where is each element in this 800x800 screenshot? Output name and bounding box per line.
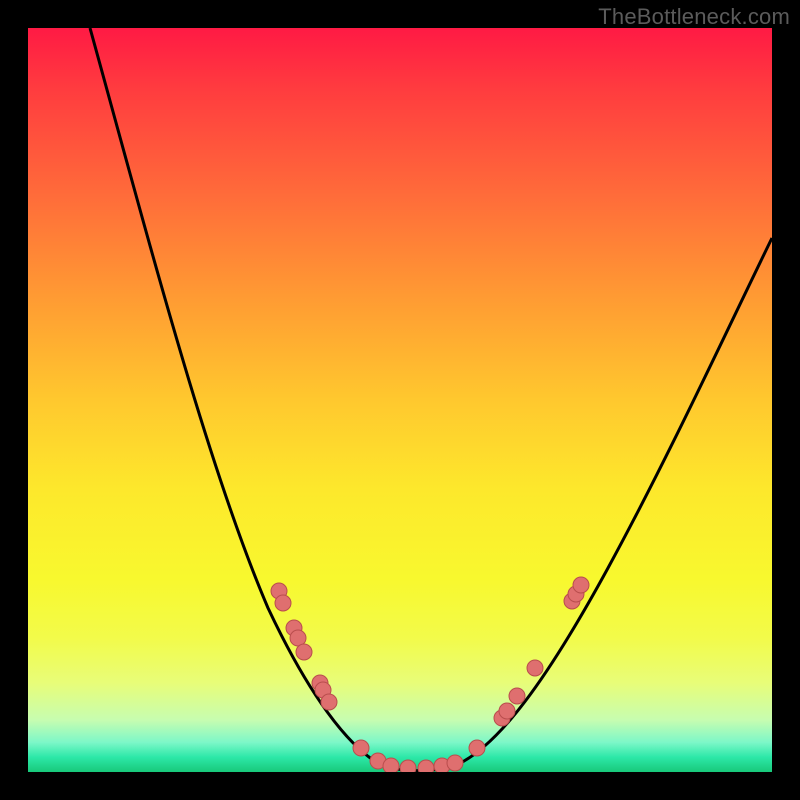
markers-group: [271, 577, 589, 772]
marker-point: [469, 740, 485, 756]
v-curve: [90, 28, 772, 771]
marker-point: [400, 760, 416, 772]
marker-point: [447, 755, 463, 771]
marker-point: [321, 694, 337, 710]
marker-point: [573, 577, 589, 593]
marker-point: [418, 760, 434, 772]
marker-point: [296, 644, 312, 660]
marker-point: [499, 703, 515, 719]
chart-svg: [28, 28, 772, 772]
outer-frame: TheBottleneck.com: [0, 0, 800, 800]
marker-point: [353, 740, 369, 756]
marker-point: [275, 595, 291, 611]
watermark-text: TheBottleneck.com: [598, 4, 790, 30]
marker-point: [509, 688, 525, 704]
plot-area: [28, 28, 772, 772]
marker-point: [527, 660, 543, 676]
marker-point: [383, 758, 399, 772]
